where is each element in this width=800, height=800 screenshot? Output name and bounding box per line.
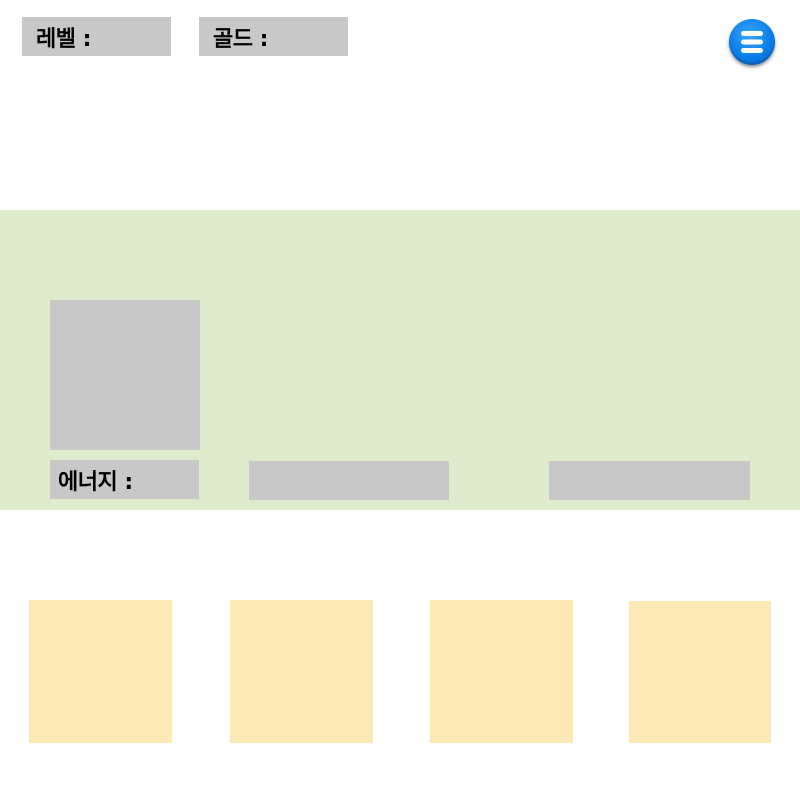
card-slot-3[interactable]: [430, 600, 573, 743]
card-slot-2[interactable]: [230, 600, 373, 743]
character-portrait[interactable]: [50, 300, 200, 450]
stat-bar-1: [249, 461, 449, 500]
gold-display: 골드 :: [199, 17, 348, 56]
character-panel: 에너지 :: [0, 210, 800, 510]
stat-bar-2: [549, 461, 750, 500]
gold-label: 골드 :: [213, 26, 268, 52]
card-slot-1[interactable]: [29, 600, 172, 743]
menu-icon: [741, 31, 763, 53]
level-display: 레벨 :: [22, 17, 171, 56]
energy-label: 에너지 :: [58, 469, 133, 495]
level-label: 레벨 :: [36, 26, 91, 52]
menu-button[interactable]: [729, 19, 775, 65]
energy-display: 에너지 :: [50, 460, 199, 499]
card-slot-4[interactable]: [629, 601, 771, 743]
